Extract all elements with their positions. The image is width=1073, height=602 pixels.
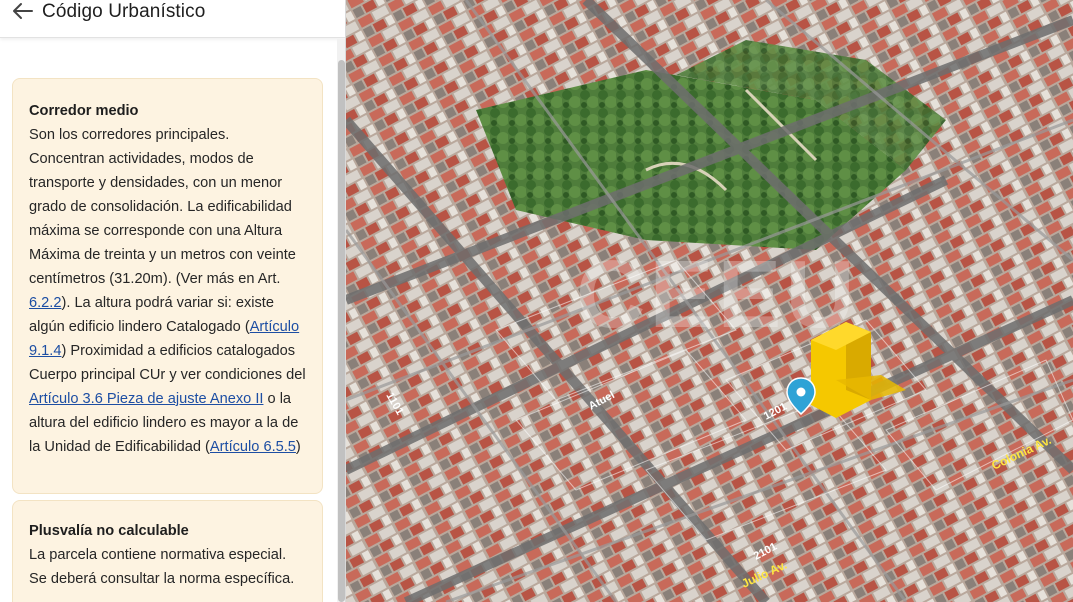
back-button[interactable] [10, 0, 36, 22]
body-text: ) Proximidad a edificios catalogados Cue… [29, 343, 306, 383]
panel-header: Código Urbanístico [0, 0, 345, 38]
info-panel: Código Urbanístico Corredor medio Son lo… [0, 0, 346, 602]
satellite-map: Colonia Av. Julio Av. Atuel 1201 2101 11… [346, 0, 1073, 602]
page-title: Código Urbanístico [42, 1, 206, 22]
body-text: Son los corredores principales. Concentr… [29, 127, 296, 287]
card-title: Corredor medio [29, 103, 139, 119]
arrow-left-icon [13, 3, 33, 19]
body-text: ) [295, 439, 301, 455]
corredor-medio-card: Corredor medio Son los corredores princi… [12, 78, 323, 494]
scrollbar-thumb[interactable] [338, 60, 345, 602]
card-body: Son los corredores principales. Concentr… [29, 123, 306, 459]
plusvalia-card: Plusvalía no calculable La parcela conti… [12, 500, 323, 602]
map-3d-view[interactable]: Colonia Av. Julio Av. Atuel 1201 2101 11… [346, 0, 1073, 602]
link-art-6-5-5[interactable]: Artículo 6.5.5 [210, 439, 296, 455]
link-art-3-6[interactable]: Artículo 3.6 Pieza de ajuste Anexo II [29, 391, 263, 407]
body-text: ). La altura podrá variar si: existe alg… [29, 295, 274, 335]
card-title: Plusvalía no calculable [29, 523, 189, 539]
link-art-6-2-2[interactable]: 6.2.2 [29, 295, 61, 311]
panel-content[interactable]: Corredor medio Son los corredores princi… [0, 39, 345, 602]
card-body: La parcela contiene normativa especial. … [29, 547, 295, 587]
